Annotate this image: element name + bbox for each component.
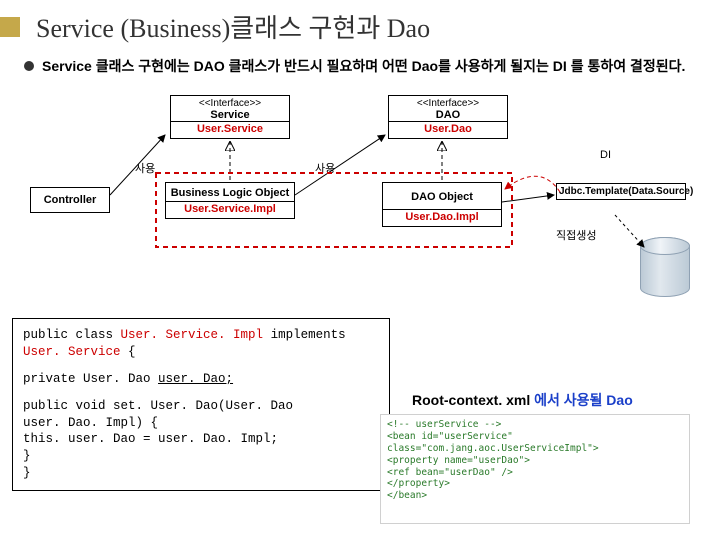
dao-object-box: DAO Object User.Dao.Impl — [382, 182, 502, 227]
code-sample-box: public class User. Service. Impl impleme… — [12, 318, 390, 491]
xml-line: <bean id="userService" class="com.jang.a… — [387, 431, 683, 455]
stereotype-label: <<Interface>> — [389, 98, 507, 109]
xml-line: </property> — [387, 478, 683, 490]
database-icon — [640, 237, 690, 297]
interface-dao-box: <<Interface>> DAO User.Dao — [388, 95, 508, 139]
dao-obj-name: DAO Object — [383, 185, 501, 209]
interface-impl-name: User.Service — [171, 121, 289, 136]
slide-title-bar: Service (Business)클래스 구현과 Dao — [0, 0, 720, 53]
architecture-diagram: <<Interface>> Service User.Service <<Int… — [0, 87, 720, 297]
xml-line: </bean> — [387, 490, 683, 502]
di-label: DI — [600, 149, 611, 161]
blo-name: Business Logic Object — [166, 185, 294, 201]
xml-line: <!-- userService --> — [387, 419, 683, 431]
root-context-note: Root-context. xml 에서 사용될 Dao — [412, 390, 633, 410]
xml-config-snippet: <!-- userService --> <bean id="userServi… — [380, 414, 690, 524]
jdbc-label: Jdbc.Template(Data.Source) — [559, 186, 693, 197]
xml-line: <ref bean="userDao" /> — [387, 467, 683, 479]
use-label-1: 사용 — [135, 160, 155, 176]
code-line: } — [23, 465, 379, 482]
code-line: user. Dao. Impl) { — [23, 415, 379, 432]
code-line: User. Service { — [23, 344, 379, 361]
code-line: this. user. Dao = user. Dao. Impl; — [23, 431, 379, 448]
code-line: } — [23, 448, 379, 465]
bullet-text: Service 클래스 구현에는 DAO 클래스가 반드시 필요하며 어떤 Da… — [42, 57, 685, 77]
slide-title: Service (Business)클래스 구현과 Dao — [36, 8, 430, 45]
interface-name: Service — [171, 109, 289, 121]
controller-box: Controller — [30, 187, 110, 213]
interface-service-box: <<Interface>> Service User.Service — [170, 95, 290, 139]
jdbc-template-box: Jdbc.Template(Data.Source) — [556, 183, 686, 200]
blo-impl-name: User.Service.Impl — [166, 201, 294, 216]
interface-impl-name: User.Dao — [389, 121, 507, 136]
direct-create-label: 직접생성 — [556, 227, 596, 243]
business-logic-box: Business Logic Object User.Service.Impl — [165, 182, 295, 219]
use-label-2: 사용 — [315, 160, 335, 176]
title-accent-icon — [0, 17, 20, 37]
stereotype-label: <<Interface>> — [171, 98, 289, 109]
code-line: public class User. Service. Impl impleme… — [23, 327, 379, 344]
xml-line: <property name="userDao"> — [387, 455, 683, 467]
bullet-icon — [24, 61, 34, 71]
dao-obj-impl-name: User.Dao.Impl — [383, 209, 501, 224]
code-line: private User. Dao user. Dao; — [23, 371, 379, 388]
controller-label: Controller — [44, 194, 97, 206]
bullet-row: Service 클래스 구현에는 DAO 클래스가 반드시 필요하며 어떤 Da… — [0, 53, 720, 87]
interface-name: DAO — [389, 109, 507, 121]
code-line: public void set. User. Dao(User. Dao — [23, 398, 379, 415]
